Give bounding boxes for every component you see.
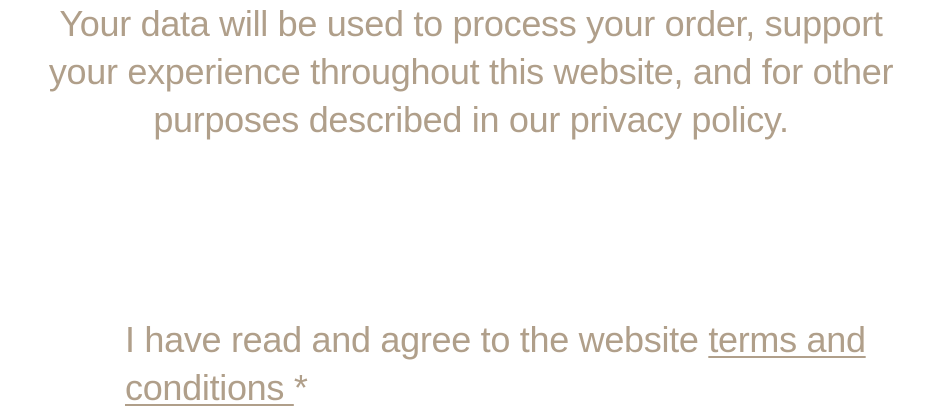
- terms-label-line-2: conditions *: [125, 364, 942, 412]
- privacy-notice: Your data will be used to process your o…: [0, 0, 942, 144]
- privacy-notice-line-3: purposes described in our privacy policy…: [153, 99, 789, 140]
- terms-agreement-label[interactable]: I have read and agree to the website ter…: [125, 316, 942, 412]
- privacy-notice-line-2: your experience throughout this website,…: [48, 51, 894, 92]
- terms-and-conditions-link-continued[interactable]: conditions: [125, 367, 294, 408]
- terms-and-conditions-link[interactable]: terms and: [708, 319, 866, 360]
- terms-label-line-1: I have read and agree to the website ter…: [125, 316, 942, 364]
- terms-label-prefix: I have read and agree to the website: [125, 319, 709, 360]
- privacy-notice-line-1: Your data will be used to process your o…: [59, 3, 883, 44]
- required-marker: *: [293, 367, 308, 408]
